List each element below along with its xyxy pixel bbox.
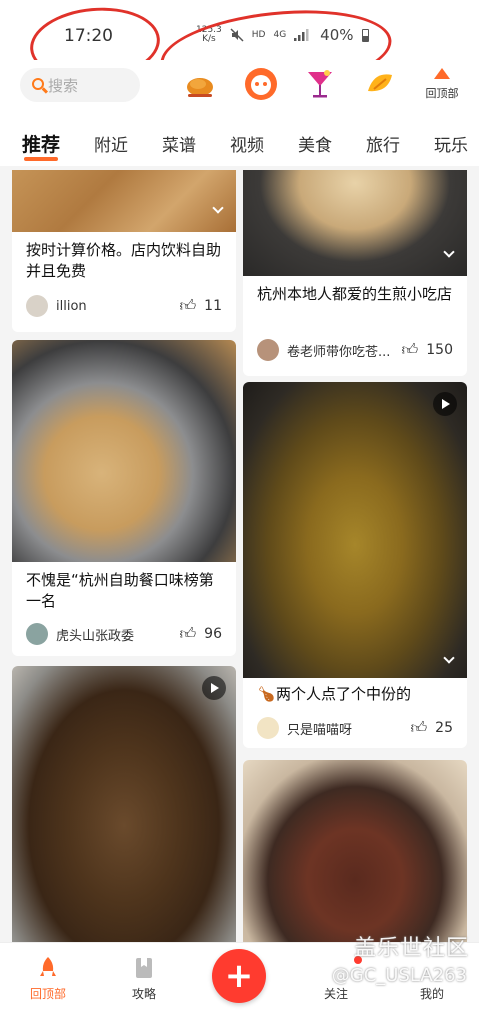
- like-button[interactable]: 👍︎ 96: [179, 624, 222, 644]
- back-to-top-button[interactable]: 回顶部: [420, 68, 464, 101]
- tab-videos[interactable]: 视频: [230, 131, 264, 156]
- avatar[interactable]: [26, 295, 48, 317]
- card-title: 🍗︎两个人点了个中份的: [257, 684, 457, 705]
- feed-card[interactable]: 🍗︎两个人点了个中份的 只是喵喵呀 👍︎ 25: [243, 382, 467, 748]
- author-name[interactable]: 卷老师带你吃苍...: [287, 341, 402, 360]
- nav-guide-label: 攻略: [131, 987, 156, 1001]
- category-tabs: 推荐 附近 菜谱 视频 美食 旅行 玩乐: [0, 120, 479, 166]
- thumbs-up-icon: 👍︎: [410, 718, 428, 737]
- thumbs-up-icon: 👍︎: [401, 340, 419, 359]
- add-post-button[interactable]: +: [212, 949, 266, 1003]
- like-count: 25: [435, 720, 453, 736]
- search-placeholder: 搜索: [48, 76, 79, 95]
- status-bar: 17:20 125.3 K/s HD 4G 40%: [0, 0, 479, 104]
- like-count: 150: [426, 342, 453, 358]
- tab-recipes[interactable]: 菜谱: [162, 131, 196, 156]
- arrow-up-icon: [434, 68, 450, 79]
- tab-food[interactable]: 美食: [298, 131, 332, 156]
- feed-card[interactable]: 按时计算价格。店内饮料自助并且免费 illion 👍︎ 11: [12, 170, 236, 332]
- nav-home-label: 回顶部: [29, 987, 66, 1001]
- card-image: [243, 170, 467, 276]
- author-name[interactable]: 只是喵喵呀: [287, 719, 410, 738]
- watermark-user: @GC_USLA263: [331, 965, 467, 986]
- cat-face-icon[interactable]: [243, 66, 279, 102]
- video-play-icon[interactable]: [433, 392, 457, 416]
- plus-icon: +: [224, 956, 254, 996]
- author-name[interactable]: 虎头山张政委: [56, 625, 179, 644]
- tab-nearby[interactable]: 附近: [94, 131, 128, 156]
- card-image: [243, 760, 467, 942]
- back-to-top-label: 回顶部: [425, 87, 459, 100]
- tab-recommend[interactable]: 推荐: [22, 130, 60, 161]
- card-footer: 卷老师带你吃苍... 👍︎ 150: [257, 338, 453, 362]
- thumbs-up-icon: 👍︎: [179, 624, 197, 643]
- roast-chicken-icon[interactable]: [182, 66, 218, 102]
- search-icon: [32, 78, 44, 90]
- nav-home[interactable]: 回顶部: [18, 957, 78, 1002]
- like-button[interactable]: 👍︎ 150: [402, 340, 453, 360]
- nav-follow-label: 关注: [323, 987, 348, 1001]
- drumstick-icon: 🍗︎: [257, 685, 277, 703]
- avatar[interactable]: [26, 623, 48, 645]
- feed-card[interactable]: 杭州本地人都爱的生煎小吃店 卷老师带你吃苍... 👍︎ 150: [243, 170, 467, 376]
- like-count: 96: [204, 626, 222, 642]
- bookmark-icon: [133, 957, 155, 979]
- feed-card[interactable]: [243, 760, 467, 942]
- like-count: 11: [204, 298, 222, 314]
- card-footer: 虎头山张政委 👍︎ 96: [26, 622, 222, 646]
- card-title: 杭州本地人都爱的生煎小吃店: [257, 285, 453, 303]
- search-box[interactable]: 搜索: [20, 68, 140, 102]
- watermark-community: 盖乐世社区: [353, 936, 469, 961]
- app-screen: 17:20 125.3 K/s HD 4G 40% 搜索 回顶部 推荐 附近 菜…: [0, 0, 479, 1012]
- card-image: [12, 666, 236, 942]
- card-title: 不愧是“杭州自助餐口味榜第一名: [26, 571, 214, 610]
- chevron-down-icon: [443, 652, 455, 664]
- card-footer: 只是喵喵呀 👍︎ 25: [257, 716, 453, 740]
- feed: 按时计算价格。店内饮料自助并且免费 illion 👍︎ 11 杭州本地人都爱的生…: [0, 170, 479, 942]
- author-name[interactable]: illion: [56, 299, 179, 314]
- card-image: [12, 340, 236, 562]
- card-footer: illion 👍︎ 11: [26, 294, 222, 318]
- chevron-down-icon: [212, 202, 224, 214]
- cocktail-icon[interactable]: [302, 66, 338, 102]
- rocket-icon: [37, 957, 59, 979]
- like-button[interactable]: 👍︎ 11: [179, 296, 222, 316]
- tab-fun[interactable]: 玩乐: [434, 131, 468, 156]
- nav-mine-label: 我的: [419, 987, 444, 1001]
- mango-icon[interactable]: [362, 66, 398, 102]
- card-title: 按时计算价格。店内饮料自助并且免费: [26, 241, 222, 280]
- top-header: 搜索 回顶部: [0, 60, 479, 120]
- tab-travel[interactable]: 旅行: [366, 131, 400, 156]
- like-button[interactable]: 👍︎ 25: [410, 718, 453, 738]
- nav-guide[interactable]: 攻略: [114, 957, 174, 1002]
- card-title-text: 两个人点了个中份的: [276, 685, 412, 703]
- video-play-icon[interactable]: [202, 676, 226, 700]
- chevron-down-icon: [443, 246, 455, 258]
- feed-card[interactable]: 不愧是“杭州自助餐口味榜第一名 虎头山张政委 👍︎ 96: [12, 340, 236, 656]
- thumbs-up-icon: 👍︎: [179, 296, 197, 315]
- card-image: [243, 382, 467, 678]
- avatar[interactable]: [257, 717, 279, 739]
- card-image: [12, 170, 236, 232]
- avatar[interactable]: [257, 339, 279, 361]
- feed-card[interactable]: [12, 666, 236, 942]
